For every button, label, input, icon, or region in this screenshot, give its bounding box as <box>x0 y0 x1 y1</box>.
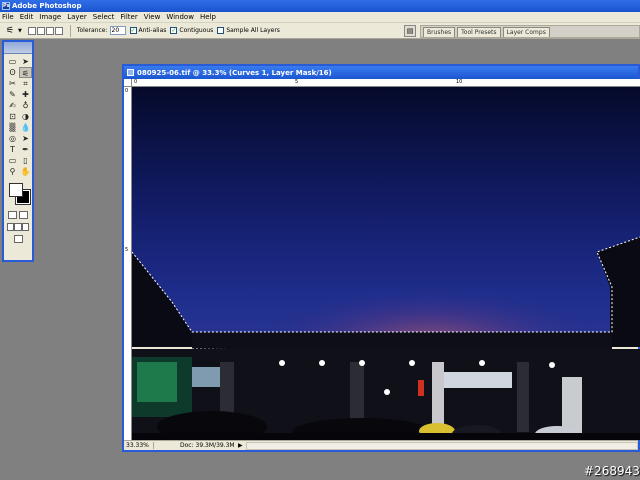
type-tool-icon[interactable]: ➤ <box>19 133 32 144</box>
tab-layer-comps[interactable]: Layer Comps <box>502 27 550 37</box>
document-icon <box>127 69 134 76</box>
screen-modes <box>4 221 32 233</box>
sample-all-layers-checkbox[interactable] <box>217 27 225 34</box>
menu-image[interactable]: Image <box>39 13 61 21</box>
intersect-selection-icon[interactable] <box>54 26 63 35</box>
zoom-tool-icon[interactable]: ✋ <box>19 166 32 177</box>
notes-tool-icon[interactable]: ▭ <box>6 155 19 166</box>
document-window: 080925-06.tif @ 33.3% (Curves 1, Layer M… <box>122 64 640 452</box>
quick-mask-mode-icon[interactable] <box>19 211 28 219</box>
divider <box>69 24 71 37</box>
clone-stamp-icon[interactable]: ✍ <box>6 100 19 111</box>
menu-window[interactable]: Window <box>166 13 194 21</box>
new-selection-icon[interactable] <box>27 26 36 35</box>
shape-tool-icon[interactable]: ✒ <box>19 144 32 155</box>
photoshop-app-icon: Ps <box>2 2 10 10</box>
app-title-bar: Ps Adobe Photoshop <box>0 0 640 12</box>
ruler-h-mark: 0 <box>134 79 138 85</box>
status-menu-arrow-icon[interactable]: ▶ <box>238 442 246 449</box>
tab-brushes[interactable]: Brushes <box>423 27 456 37</box>
screen-mode-standard-icon[interactable] <box>7 223 15 231</box>
watermark-text: #268943 <box>584 464 640 478</box>
app-title: Adobe Photoshop <box>12 2 82 10</box>
document-title: 080925-06.tif @ 33.3% (Curves 1, Layer M… <box>137 68 332 77</box>
ruler-origin[interactable] <box>124 79 132 87</box>
add-selection-icon[interactable] <box>36 26 45 35</box>
marquee-tool-icon[interactable]: ▭ <box>6 56 19 67</box>
eyedropper-tool-icon[interactable]: ▯ <box>19 155 32 166</box>
document-status-bar: 33.33% Doc: 39.3M/39.3M ▶ <box>124 440 638 450</box>
tolerance-label: Tolerance: <box>76 27 108 34</box>
menu-bar: File Edit Image Layer Select Filter View… <box>0 12 640 23</box>
file-browser-icon[interactable]: ▤ <box>404 25 416 37</box>
tab-tool-presets[interactable]: Tool Presets <box>457 27 501 37</box>
menu-view[interactable]: View <box>144 13 161 21</box>
foreground-color-swatch[interactable] <box>9 183 23 197</box>
mask-modes <box>4 209 32 221</box>
menu-help[interactable]: Help <box>200 13 216 21</box>
history-brush-icon[interactable]: ♁ <box>19 100 32 111</box>
jump-to-imageready <box>4 233 32 245</box>
screen-mode-menu-icon[interactable] <box>14 223 22 231</box>
eraser-tool-icon[interactable]: ⊡ <box>6 111 19 122</box>
menu-edit[interactable]: Edit <box>20 13 34 21</box>
lasso-tool-icon[interactable]: ʘ <box>6 67 19 78</box>
move-tool-icon[interactable]: ➤ <box>19 56 32 67</box>
magic-wand-tool-icon[interactable]: ⚟ <box>19 67 32 78</box>
color-swatches <box>6 181 31 207</box>
toolbox-palette: ▭ ➤ ʘ ⚟ ✂ ⌗ ✎ ✚ ✍ ♁ ⊡ ◑ ▒ 💧 ◎ ➤ T ✒ ▭ ▯ … <box>2 40 34 262</box>
subtract-selection-icon[interactable] <box>45 26 54 35</box>
zoom-level[interactable]: 33.33% <box>124 442 154 449</box>
document-title-bar[interactable]: 080925-06.tif @ 33.3% (Curves 1, Layer M… <box>124 66 638 79</box>
standard-mode-icon[interactable] <box>8 211 17 219</box>
dodge-tool-icon[interactable]: 💧 <box>19 122 32 133</box>
slice-tool-icon[interactable]: ⌗ <box>19 78 32 89</box>
ruler-h-mark: 10 <box>456 79 463 85</box>
anti-alias-checkbox[interactable]: ✓ <box>129 27 137 34</box>
menu-select[interactable]: Select <box>93 13 115 21</box>
ruler-v-mark: 5 <box>125 247 129 253</box>
tool-preset-arrow-icon[interactable]: ▼ <box>18 28 22 34</box>
ruler-h-mark: 5 <box>295 79 299 85</box>
tool-grid: ▭ ➤ ʘ ⚟ ✂ ⌗ ✎ ✚ ✍ ♁ ⊡ ◑ ▒ 💧 ◎ ➤ T ✒ ▭ ▯ … <box>4 54 32 179</box>
imageready-icon[interactable] <box>13 235 23 243</box>
tolerance-input[interactable] <box>109 26 126 35</box>
healing-brush-icon[interactable]: ✎ <box>6 89 19 100</box>
contiguous-label: Contiguous <box>179 27 214 34</box>
anti-alias-label: Anti-alias <box>138 27 167 34</box>
blur-tool-icon[interactable]: ▒ <box>6 122 19 133</box>
toolbox-header[interactable] <box>4 42 32 54</box>
gradient-tool-icon[interactable]: ◑ <box>19 111 32 122</box>
magic-wand-icon[interactable]: ⚟ <box>4 25 16 37</box>
menu-filter[interactable]: Filter <box>120 13 137 21</box>
hand-tool-icon[interactable]: ⚲ <box>6 166 19 177</box>
vertical-ruler[interactable]: 0 5 <box>124 87 132 440</box>
image-canvas[interactable] <box>132 87 640 440</box>
document-size-info: Doc: 39.3M/39.3M <box>180 442 235 449</box>
screen-mode-full-icon[interactable] <box>21 223 29 231</box>
crop-tool-icon[interactable]: ✂ <box>6 78 19 89</box>
pen-tool-icon[interactable]: T <box>6 144 19 155</box>
sample-all-layers-label: Sample All Layers <box>226 27 280 34</box>
path-selection-icon[interactable]: ◎ <box>6 133 19 144</box>
contiguous-checkbox[interactable]: ✓ <box>170 27 178 34</box>
brush-tool-icon[interactable]: ✚ <box>19 89 32 100</box>
horizontal-ruler[interactable]: 0 5 10 <box>132 79 640 87</box>
horizontal-scrollbar[interactable] <box>246 441 638 450</box>
menu-layer[interactable]: Layer <box>67 13 87 21</box>
palette-well: Brushes Tool Presets Layer Comps <box>420 25 640 38</box>
menu-file[interactable]: File <box>2 13 14 21</box>
ruler-v-mark: 0 <box>125 88 129 94</box>
night-gas-station-photo <box>132 87 640 440</box>
